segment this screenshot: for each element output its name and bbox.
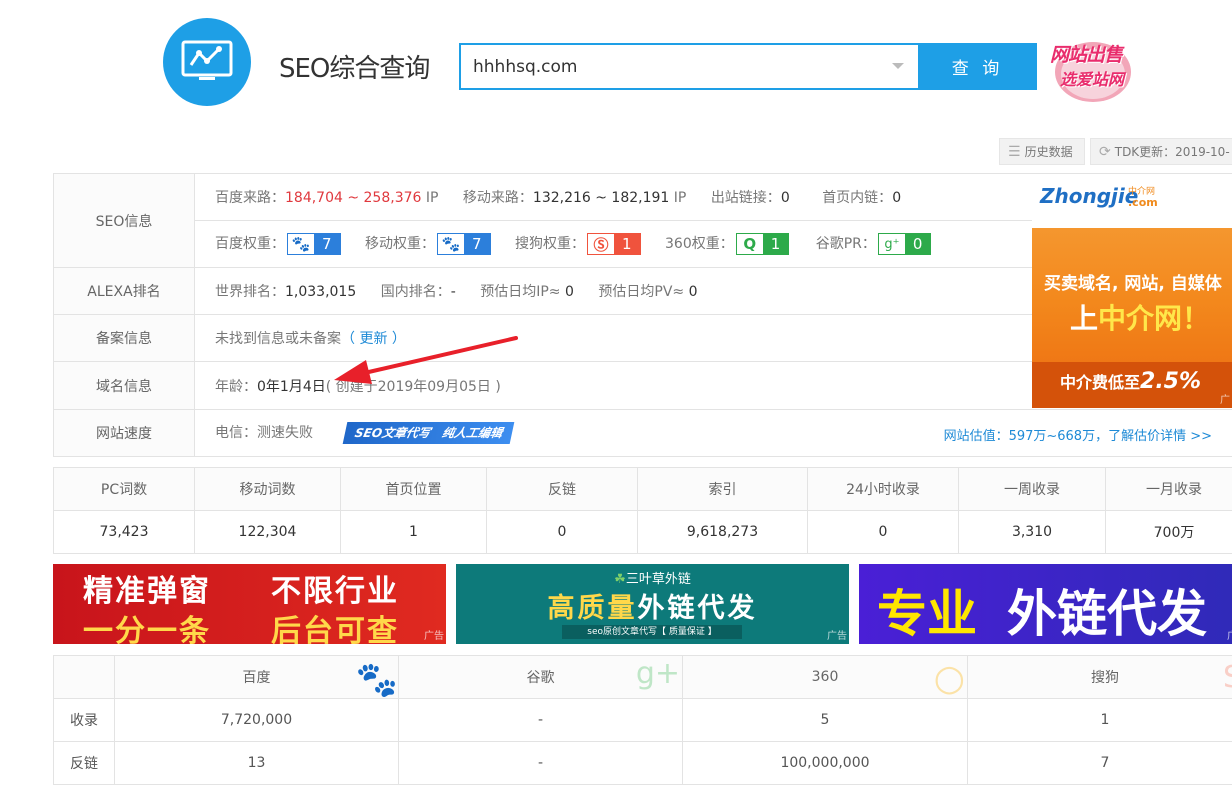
sogou-indexed-value[interactable]: 1	[967, 698, 1232, 742]
day-indexed-value: 0	[807, 510, 959, 554]
backlink-service-ad-banner[interactable]: 专业 外链代发 广	[859, 564, 1232, 644]
valuation-link[interactable]: 网站估值：597万~668万，了解估价详情 >>	[944, 425, 1212, 444]
baidu-paw-icon: 🐾	[288, 234, 314, 254]
so360-backlinks-value[interactable]: 100,000,000	[682, 741, 968, 785]
baidu-backlinks-value[interactable]: 13	[114, 741, 399, 785]
search-input-value: hhhhsq.com	[473, 56, 578, 77]
stats-header: 索引	[637, 467, 808, 511]
stats-header: 24小时收录	[807, 467, 959, 511]
tdk-update-button[interactable]: ⟳ TDK更新：2019-10-	[1090, 138, 1232, 165]
homepage-links-value[interactable]: 0	[892, 190, 901, 206]
speed-row: 电信：测速失败 SEO文章代写 纯人工编辑 网站估值：597万~668万，了解估…	[194, 409, 1232, 457]
baidu-indexed-value[interactable]: 7,720,000	[114, 698, 399, 742]
row-label-indexed: 收录	[53, 698, 115, 742]
sogou-backlinks-value[interactable]: 7	[967, 741, 1232, 785]
outlinks-value[interactable]: 0	[781, 190, 790, 206]
sogou-icon: S	[1223, 660, 1232, 695]
seo-info-label: SEO信息	[53, 173, 195, 268]
refresh-icon: ⟳	[1099, 143, 1111, 160]
alexa-label: ALEXA排名	[53, 267, 195, 315]
sogou-icon: Ⓢ	[588, 234, 614, 254]
search-engine-table: 百度 🐾 谷歌 g+ 360 ○ 搜狗 S 收录 7,720,000 - 5 1…	[53, 655, 1232, 785]
baidu-weight-badge[interactable]: 🐾 7	[287, 233, 341, 255]
baidu-traffic-value[interactable]: 184,704 ~ 258,376	[285, 190, 421, 206]
dropdown-arrow-icon[interactable]	[892, 63, 904, 69]
month-indexed-value: 700万	[1105, 510, 1232, 554]
layers-icon: ☰	[1008, 143, 1021, 160]
clover-headline: 高质量外链代发	[547, 593, 758, 624]
engine-header-google: 谷歌 g+	[398, 655, 683, 699]
site-title: SEO综合查询	[279, 54, 430, 84]
clover-title: ☘三叶草外链	[614, 572, 691, 587]
google-backlinks-value: -	[398, 741, 683, 785]
stats-header: 一月收录	[1105, 467, 1232, 511]
so360-indexed-value[interactable]: 5	[682, 698, 968, 742]
beian-label: 备案信息	[53, 314, 195, 362]
engine-header-baidu: 百度 🐾	[114, 655, 399, 699]
corner-cell	[53, 655, 115, 699]
speed-label: 网站速度	[53, 409, 195, 457]
baidu-paw-icon: 🐾	[355, 660, 398, 699]
magnifier-icon: ○	[933, 658, 965, 699]
sogou-weight-badge[interactable]: Ⓢ 1	[587, 233, 641, 255]
google-pr-badge[interactable]: g⁺ 0	[877, 233, 932, 255]
stats-header: 首页位置	[340, 467, 487, 511]
so360-icon: Q	[736, 234, 763, 254]
row-label-backlinks: 反链	[53, 741, 115, 785]
stats-header: PC词数	[53, 467, 195, 511]
week-indexed-value: 3,310	[958, 510, 1106, 554]
stats-header: 一周收录	[958, 467, 1106, 511]
engine-header-sogou: 搜狗 S	[967, 655, 1232, 699]
google-plus-icon: g+	[635, 656, 680, 692]
mobile-traffic-value[interactable]: 132,216 ~ 182,191	[533, 190, 669, 206]
stats-header: 移动词数	[194, 467, 341, 511]
zhongjie-logo: Zhongjie	[1040, 184, 1139, 208]
world-rank-value[interactable]: 1,033,015	[285, 284, 356, 300]
homepage-position-value: 1	[340, 510, 487, 554]
monitor-chart-icon	[181, 40, 233, 80]
zhongjie-side-ad[interactable]: Zhongjie 中介网 .com 买卖域名, 网站, 自媒体 上中介网！ 中介…	[1032, 174, 1232, 408]
ad-headline: 上中介网！	[1070, 302, 1211, 335]
engine-header-360: 360 ○	[682, 655, 968, 699]
popup-ad-banner[interactable]: 精准弹窗 不限行业 一分一条 后台可查 广告	[53, 564, 446, 644]
google-indexed-value: -	[398, 698, 683, 742]
baidu-paw-icon: 🐾	[438, 234, 464, 254]
mobile-weight-badge[interactable]: 🐾 7	[437, 233, 491, 255]
clover-links-ad-banner[interactable]: ☘三叶草外链 高质量外链代发 seo原创文章代写【 质量保证 】 广告	[456, 564, 849, 644]
pc-words-value[interactable]: 73,423	[53, 510, 195, 554]
google-plus-icon: g⁺	[878, 234, 905, 254]
leaf-icon: ☘	[614, 572, 626, 587]
ad-fee-line: 中介费低至2.5%	[1060, 369, 1202, 394]
stats-header: 反链	[486, 467, 638, 511]
sale-line1: 网站出售	[1050, 44, 1123, 66]
history-data-button[interactable]: ☰ 历史数据	[999, 138, 1085, 165]
domain-age-value: 0年1月4日	[257, 378, 326, 395]
beian-update-link[interactable]: （ 更新 ）	[341, 331, 406, 347]
domain-label: 域名信息	[53, 361, 195, 410]
keyword-stats-table: PC词数 移动词数 首页位置 反链 索引 24小时收录 一周收录 一月收录 73…	[53, 467, 1232, 554]
site-sale-ad[interactable]: 网站出售 选爱站网	[1046, 28, 1140, 104]
seo-writing-ad-tag[interactable]: SEO文章代写 纯人工编辑	[343, 422, 516, 444]
site-logo[interactable]	[163, 18, 251, 106]
mobile-words-value[interactable]: 122,304	[194, 510, 341, 554]
so360-weight-badge[interactable]: Q1	[735, 233, 790, 255]
search-button[interactable]: 查 询	[918, 43, 1037, 90]
sale-line2: 选爱站网	[1060, 70, 1125, 89]
backlinks-value[interactable]: 0	[486, 510, 638, 554]
index-value[interactable]: 9,618,273	[637, 510, 808, 554]
search-input[interactable]: hhhhsq.com	[459, 43, 918, 90]
